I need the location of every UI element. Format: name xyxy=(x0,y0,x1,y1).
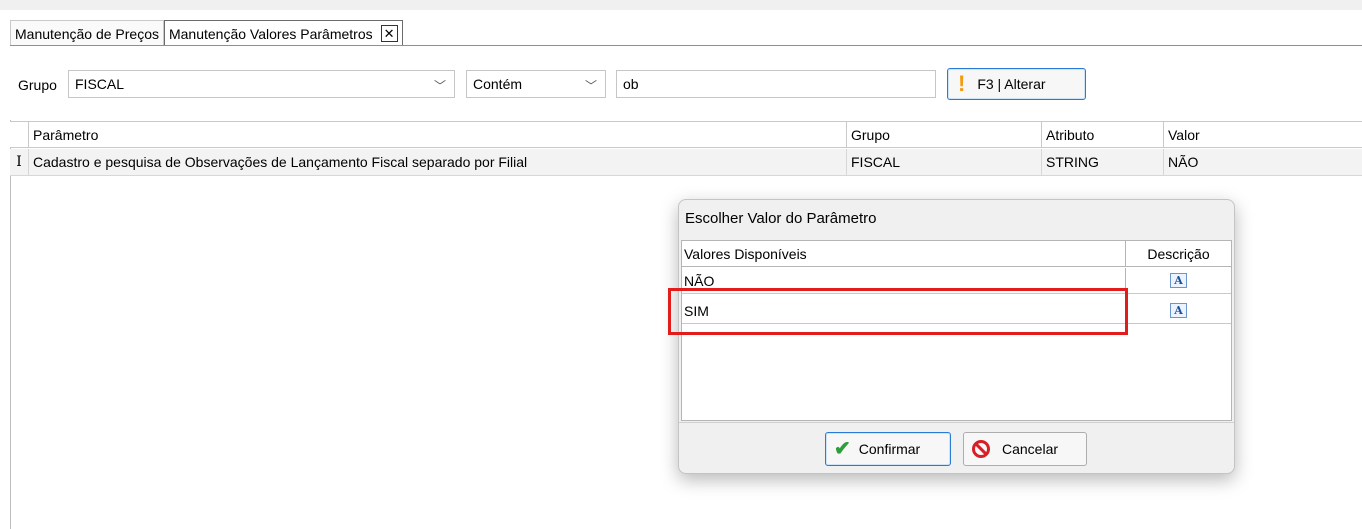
column-header-parametro[interactable]: Parâmetro xyxy=(28,122,846,147)
alterar-button-label: F3 | Alterar xyxy=(977,76,1046,92)
check-icon: ✔ xyxy=(834,438,851,460)
operator-select[interactable]: Contém ﹀ xyxy=(466,70,606,98)
tab-manutencao-precos[interactable]: Manutenção de Preços xyxy=(10,20,164,46)
tab-bar: Manutenção de Preços Manutenção Valores … xyxy=(10,20,403,46)
cancel-icon xyxy=(972,440,990,458)
tab-manutencao-valores-parametros[interactable]: Manutenção Valores Parâmetros ✕ xyxy=(163,20,403,46)
dialog-footer: ✔ Confirmar Cancelar xyxy=(679,422,1234,474)
text-description-icon[interactable]: A xyxy=(1170,273,1187,288)
column-header-atributo[interactable]: Atributo xyxy=(1041,122,1163,147)
cancel-button[interactable]: Cancelar xyxy=(963,432,1087,466)
warning-icon: ! xyxy=(958,71,966,96)
highlight-box xyxy=(668,288,1128,335)
dialog-title: Escolher Valor do Parâmetro xyxy=(685,210,877,227)
cancel-button-label: Cancelar xyxy=(1002,441,1059,457)
grid-header: Parâmetro Grupo Atributo Valor xyxy=(10,121,1362,148)
values-grid-header: Valores Disponíveis Descrição xyxy=(682,241,1231,267)
search-input[interactable] xyxy=(616,70,936,98)
column-header-valor[interactable]: Valor xyxy=(1163,122,1362,147)
top-strip xyxy=(0,0,1362,10)
grupo-select-value: FISCAL xyxy=(75,76,125,92)
grupo-label: Grupo xyxy=(18,77,57,93)
choose-value-dialog: Escolher Valor do Parâmetro Valores Disp… xyxy=(678,199,1235,474)
cell-grupo[interactable]: FISCAL xyxy=(846,149,1041,175)
cell-atributo[interactable]: STRING xyxy=(1041,149,1163,175)
confirm-button-label: Confirmar xyxy=(858,441,921,457)
description-cell[interactable]: A xyxy=(1125,298,1231,323)
close-icon[interactable]: ✕ xyxy=(380,25,398,42)
confirm-button[interactable]: ✔ Confirmar xyxy=(825,432,951,466)
cell-valor[interactable]: NÃO xyxy=(1163,149,1362,175)
column-header-descricao[interactable]: Descrição xyxy=(1125,241,1231,266)
text-description-icon[interactable]: A xyxy=(1170,303,1187,318)
chevron-down-icon[interactable]: ﹀ xyxy=(434,77,446,94)
description-cell[interactable]: A xyxy=(1125,268,1231,293)
row-indicator: I xyxy=(16,154,22,170)
chevron-down-icon[interactable]: ﹀ xyxy=(585,77,597,94)
table-row[interactable]: I Cadastro e pesquisa de Observações de … xyxy=(10,149,1362,176)
grupo-select[interactable]: FISCAL ﹀ xyxy=(68,70,455,98)
column-header-valores[interactable]: Valores Disponíveis xyxy=(682,241,1124,266)
operator-select-value: Contém xyxy=(473,76,523,92)
cell-parametro[interactable]: Cadastro e pesquisa de Observações de La… xyxy=(28,149,846,175)
column-header-grupo[interactable]: Grupo xyxy=(846,122,1041,147)
tab-label: Manutenção de Preços xyxy=(15,25,159,42)
tab-divider xyxy=(10,45,1362,46)
tab-label: Manutenção Valores Parâmetros xyxy=(168,25,373,42)
alterar-button[interactable]: ! F3 | Alterar xyxy=(947,68,1086,100)
